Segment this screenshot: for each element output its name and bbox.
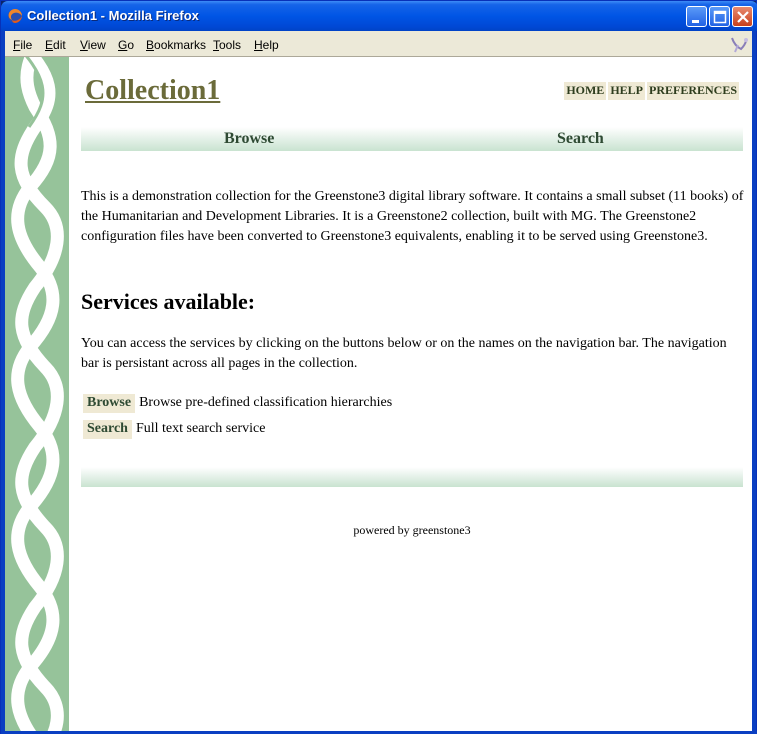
decorative-sidebar <box>5 57 69 731</box>
minimize-button[interactable] <box>686 6 707 27</box>
maximize-button[interactable] <box>709 6 730 27</box>
browser-window: Collection1 - Mozilla Firefox File Edit … <box>0 0 757 734</box>
collection-description: This is a demonstration collection for t… <box>81 189 744 244</box>
menu-edit[interactable]: Edit <box>45 38 66 52</box>
nav-browse-link[interactable]: Browse <box>224 130 274 148</box>
close-button[interactable] <box>732 6 753 27</box>
window-border-left <box>1 31 5 731</box>
browse-service-description: Browse pre-defined classification hierar… <box>139 395 393 410</box>
menu-help[interactable]: Help <box>254 38 279 52</box>
search-service-description: Full text search service <box>135 421 266 436</box>
menu-file[interactable]: File <box>13 38 32 52</box>
menu-go[interactable]: Go <box>118 38 134 52</box>
powered-by-text: powered by greenstone3 <box>353 523 471 537</box>
top-nav: HOME HELP PREFERENCES <box>562 81 739 100</box>
title-bar[interactable]: Collection1 - Mozilla Firefox <box>1 1 757 31</box>
maximize-icon <box>713 10 727 24</box>
page-viewport: Collection1 HOME HELP PREFERENCES Browse S… <box>5 57 754 731</box>
menu-bar: File Edit View Go Bookmarks Tools Help <box>5 31 754 57</box>
navigation-bar: Browse Search <box>81 127 743 151</box>
preferences-button[interactable]: PREFERENCES <box>646 82 739 100</box>
help-button[interactable]: HELP <box>608 82 645 100</box>
close-icon <box>737 11 749 23</box>
service-row-search: Search Full text search service <box>81 420 265 442</box>
menu-view[interactable]: View <box>80 38 106 52</box>
footer-bar <box>81 467 743 487</box>
window-border-right <box>752 31 756 731</box>
window-title: Collection1 - Mozilla Firefox <box>27 8 199 23</box>
services-instructions: You can access the services by clicking … <box>81 336 727 371</box>
firefox-icon <box>8 9 22 23</box>
nav-search-link[interactable]: Search <box>557 130 604 148</box>
services-heading: Services available: <box>81 289 256 314</box>
service-row-browse: Browse Browse pre-defined classification … <box>81 394 392 416</box>
browse-service-button[interactable]: Browse <box>83 394 136 413</box>
home-button[interactable]: HOME <box>564 82 607 100</box>
collection-title-link[interactable]: Collection1 <box>85 75 220 107</box>
minimize-icon <box>692 20 699 23</box>
menu-bookmarks[interactable]: Bookmarks <box>146 38 206 52</box>
menu-tools[interactable]: Tools <box>213 38 241 52</box>
throbber-icon <box>731 37 748 53</box>
braid-pattern <box>11 57 64 731</box>
search-service-button[interactable]: Search <box>83 420 132 439</box>
